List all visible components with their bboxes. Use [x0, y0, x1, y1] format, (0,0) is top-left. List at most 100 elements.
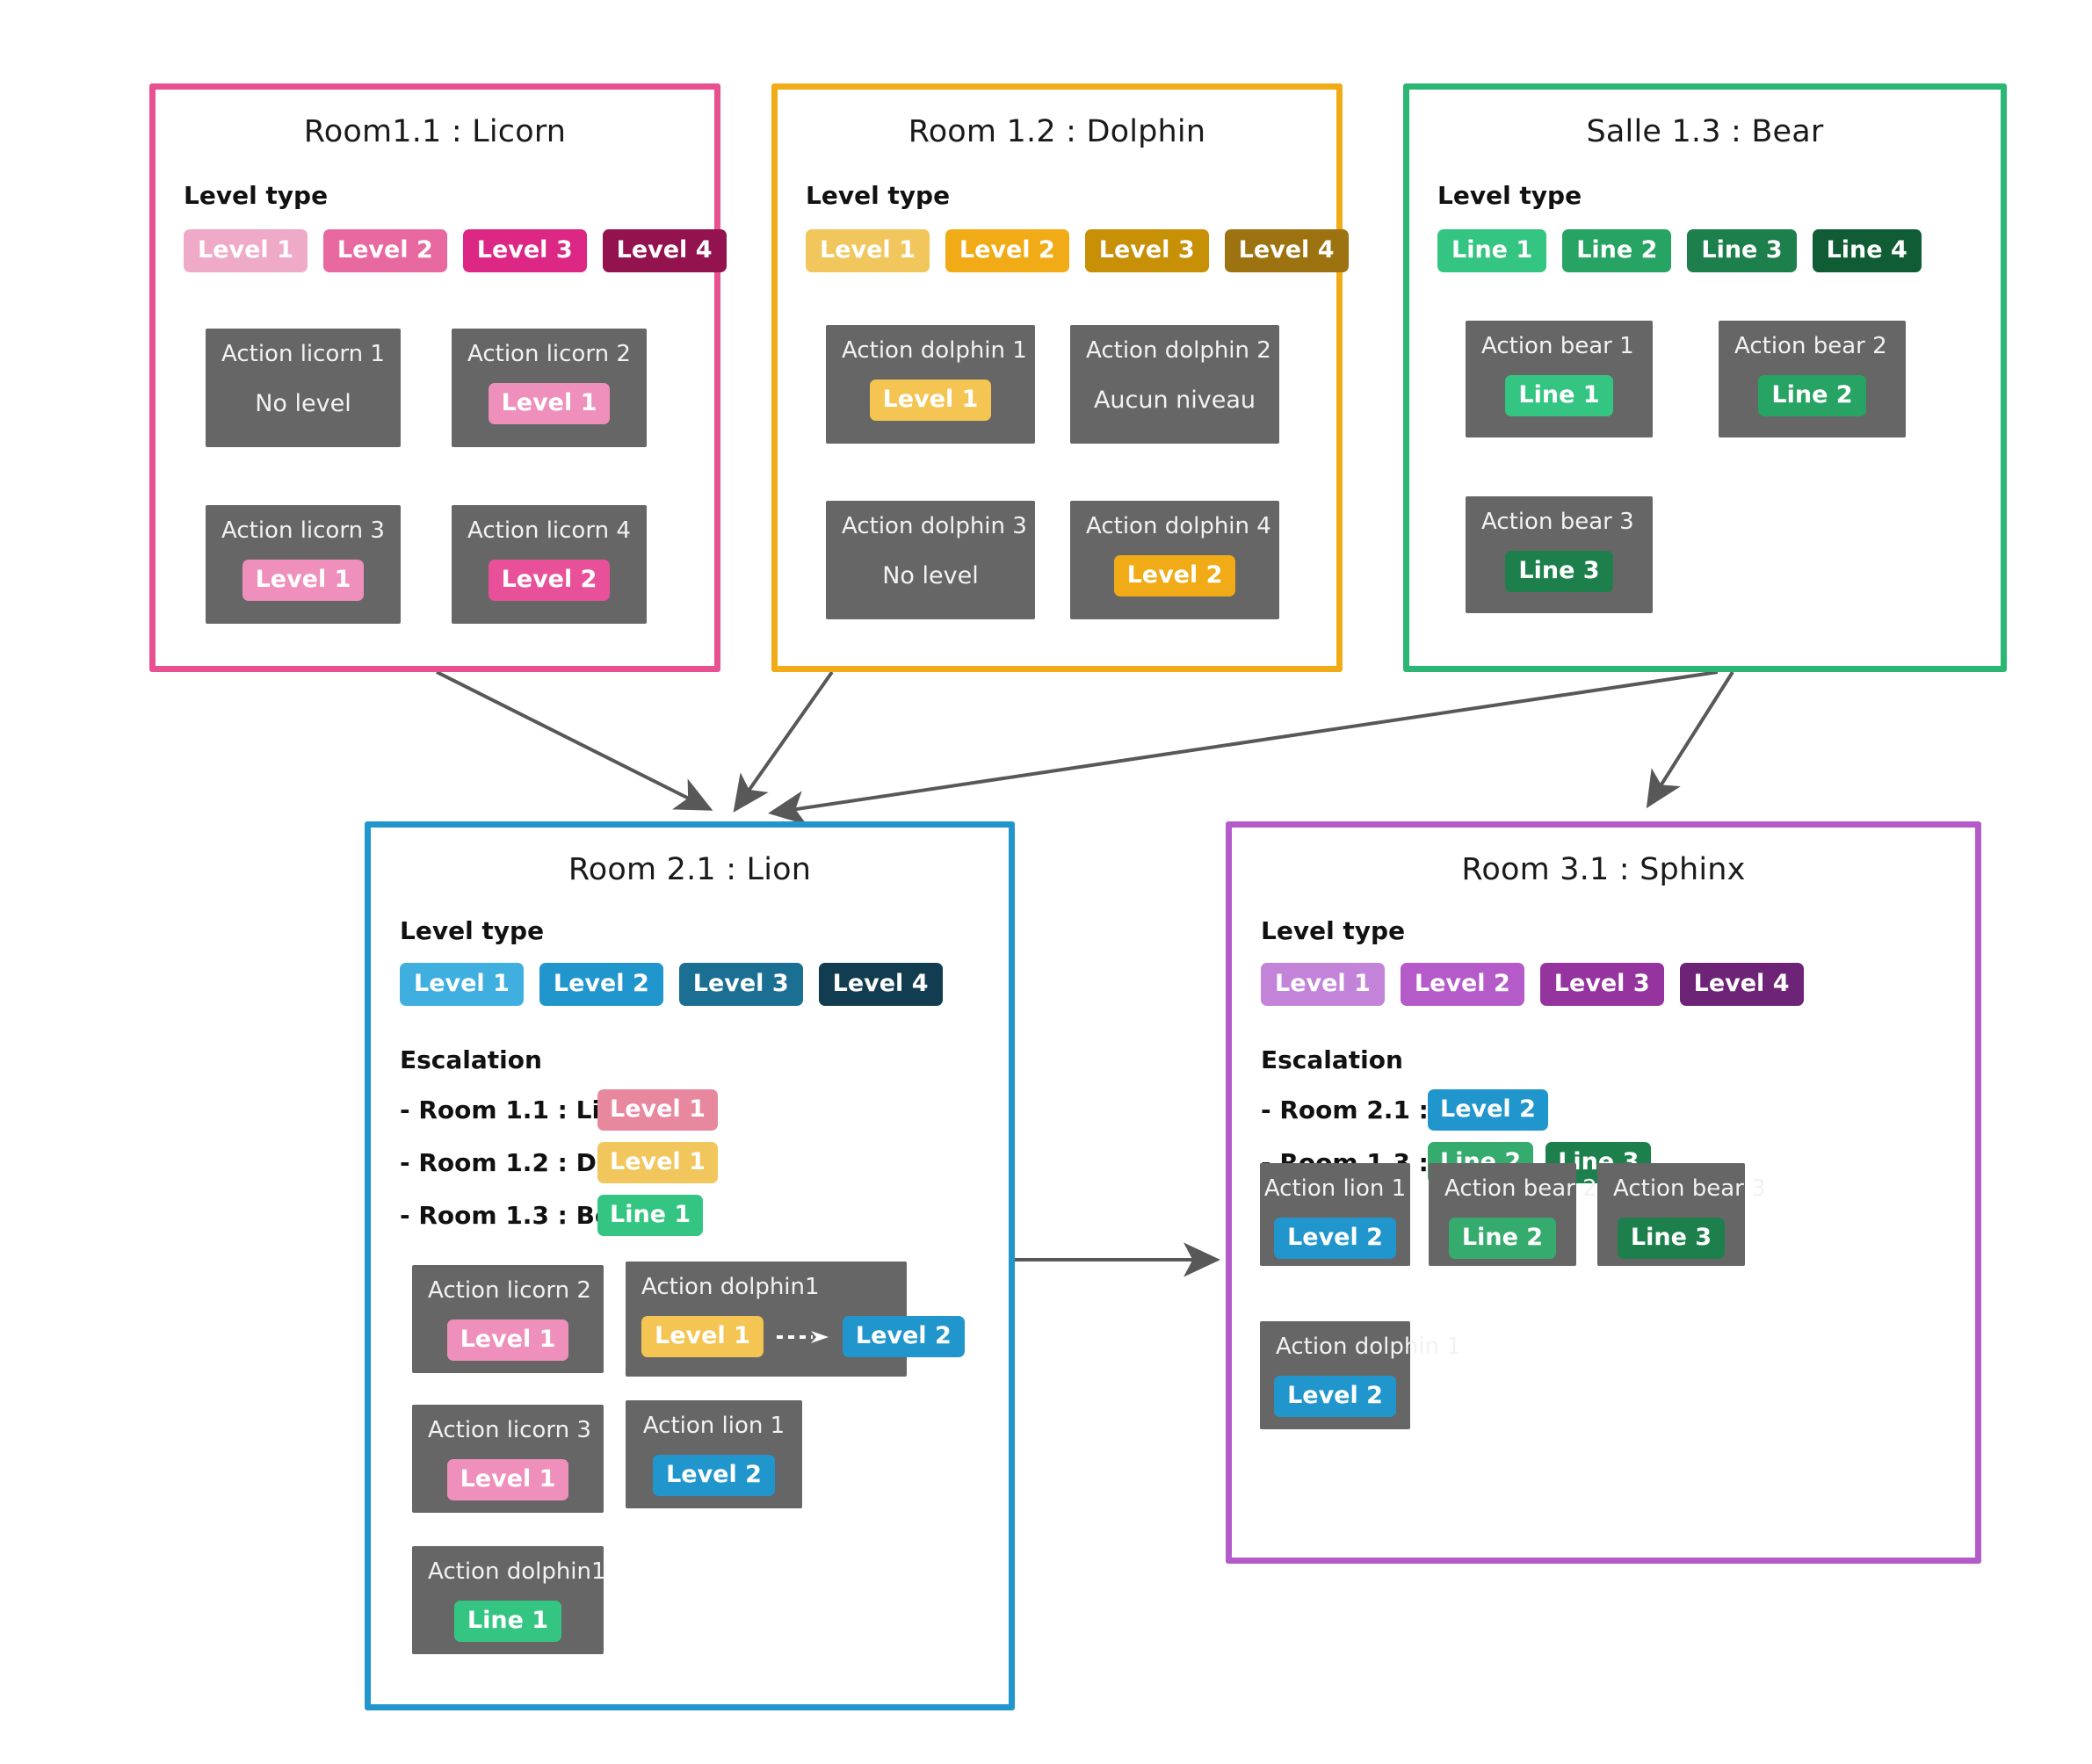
- action-card[interactable]: Action licorn 3 Level 1: [412, 1405, 604, 1513]
- action-card[interactable]: Action lion 1 Level 2: [626, 1400, 802, 1508]
- action-title: Action licorn 1: [221, 341, 385, 367]
- room-card-sphinx[interactable]: Room 3.1 : Sphinx Level type Level 1 Lev…: [1226, 821, 1981, 1564]
- action-level-badge[interactable]: Line 3: [1505, 551, 1613, 592]
- action-card[interactable]: Action dolphin 1 Level 2: [1260, 1321, 1461, 1429]
- level-badge[interactable]: Level 2: [945, 229, 1069, 272]
- level-type-label-bear: Level type: [1437, 181, 1582, 210]
- level-badge[interactable]: Level 3: [1539, 963, 1664, 1006]
- action-card[interactable]: Action licorn 2 Level 1: [412, 1265, 604, 1373]
- action-card[interactable]: Action licorn 3 Level 1: [206, 505, 401, 624]
- action-level-badge[interactable]: Level 1: [242, 560, 365, 601]
- action-level-badge[interactable]: Level 1: [488, 383, 611, 424]
- action-card[interactable]: Action dolphin 3 No level: [826, 501, 1035, 619]
- level-type-label-licorn: Level type: [184, 181, 329, 210]
- level-badge[interactable]: Level 2: [322, 229, 447, 272]
- action-card[interactable]: Action bear 1 Line 1: [1466, 321, 1653, 437]
- level-badge[interactable]: Level 1: [806, 229, 930, 272]
- action-card[interactable]: Action dolphin 2 Aucun niveau: [1070, 325, 1279, 444]
- room-card-bear[interactable]: Salle 1.3 : Bear Level type Line 1 Line …: [1403, 83, 2007, 672]
- action-level-badge[interactable]: Level 2: [1274, 1376, 1396, 1417]
- action-level-badge[interactable]: Line 2: [1758, 375, 1866, 416]
- level-badge[interactable]: Level 1: [184, 229, 308, 272]
- action-no-level: Aucun niveau: [1093, 387, 1256, 414]
- action-level-badge[interactable]: Level 1: [446, 1459, 569, 1500]
- level-badge[interactable]: Line 4: [1812, 229, 1922, 272]
- level-badge[interactable]: Level 4: [1224, 229, 1349, 272]
- room-title-bear: Salle 1.3 : Bear: [1586, 114, 1824, 149]
- action-level-badge[interactable]: Level 2: [488, 560, 611, 601]
- action-level-badge[interactable]: Line 1: [453, 1601, 562, 1642]
- action-level-badge[interactable]: Level 1: [869, 380, 992, 421]
- room-card-dolphin[interactable]: Room 1.2 : Dolphin Level type Level 1 Le…: [771, 83, 1349, 672]
- level-type-row-lion: Level 1 Level 2 Level 3 Level 4: [400, 963, 1009, 1006]
- room-card-lion[interactable]: Room 2.1 : Lion Level type Level 1 Level…: [365, 821, 1015, 1710]
- arrow-bear-to-sphinx: [1646, 670, 1734, 809]
- escalation-level-badge[interactable]: Level 1: [597, 1142, 718, 1183]
- escalation-row[interactable]: - Room 1.3 : Bear Line 1: [400, 1195, 1009, 1236]
- action-title: Action dolphin1: [428, 1558, 606, 1585]
- level-type-label-dolphin: Level type: [806, 181, 951, 210]
- action-card[interactable]: Action licorn 4 Level 2: [452, 505, 647, 624]
- action-card[interactable]: Action bear 2 Line 2: [1429, 1163, 1597, 1266]
- action-card[interactable]: Action lion 1 Level 2: [1260, 1163, 1410, 1266]
- action-card[interactable]: Action dolphin 4 Level 2: [1070, 501, 1279, 619]
- action-card[interactable]: Action bear 3 Line 3: [1466, 496, 1653, 613]
- action-title: Action bear 3: [1613, 1175, 1766, 1202]
- action-level-badge[interactable]: Line 1: [1505, 375, 1613, 416]
- action-no-level: No level: [255, 390, 351, 417]
- escalation-row[interactable]: - Room 1.2 : Dolphin Level 1: [400, 1142, 1009, 1183]
- level-badge[interactable]: Level 2: [539, 963, 663, 1006]
- escalation-row[interactable]: - Room 1.1 : Licorn Level 1: [400, 1089, 1009, 1131]
- level-badge[interactable]: Level 2: [1400, 963, 1524, 1006]
- level-type-row-dolphin: Level 1 Level 2 Level 3 Level 4: [806, 229, 1349, 272]
- level-badge[interactable]: Level 4: [818, 963, 943, 1006]
- action-card[interactable]: Action bear 2 Line 2: [1719, 321, 1906, 437]
- action-title: Action bear 2: [1734, 333, 1887, 359]
- level-badge[interactable]: Line 1: [1437, 229, 1547, 272]
- action-no-level: No level: [882, 562, 979, 589]
- action-card[interactable]: Action bear 3 Line 3: [1597, 1163, 1766, 1266]
- level-badge[interactable]: Level 1: [400, 963, 524, 1006]
- level-badge[interactable]: Level 3: [1084, 229, 1209, 272]
- level-badge[interactable]: Line 2: [1562, 229, 1672, 272]
- action-level-badge[interactable]: Level 2: [653, 1455, 775, 1496]
- action-card[interactable]: Action licorn 1 No level: [206, 329, 401, 447]
- escalation-level-badge[interactable]: Line 1: [597, 1195, 704, 1236]
- room-title-lion: Room 2.1 : Lion: [568, 852, 812, 887]
- escalation-badges: Level 2: [1428, 1089, 1548, 1131]
- room-card-licorn[interactable]: Room1.1 : Licorn Level type Level 1 Leve…: [149, 83, 727, 672]
- level-type-label-sphinx: Level type: [1261, 916, 1406, 945]
- escalation-label-sphinx: Escalation: [1261, 1045, 1403, 1074]
- action-level-badge-to[interactable]: Level 2: [842, 1316, 965, 1357]
- action-card[interactable]: Action dolphin1 Line 1: [412, 1546, 606, 1654]
- action-level-badge[interactable]: Line 3: [1617, 1218, 1726, 1259]
- action-card[interactable]: Action licorn 2 Level 1: [452, 329, 647, 447]
- action-title: Action licorn 2: [428, 1277, 591, 1304]
- escalation-list-lion: - Room 1.1 : Licorn Level 1 - Room 1.2 :…: [400, 1089, 1009, 1236]
- level-badge[interactable]: Line 3: [1687, 229, 1797, 272]
- action-level-badge[interactable]: Level 1: [446, 1319, 569, 1361]
- level-badge[interactable]: Level 4: [1679, 963, 1804, 1006]
- action-card[interactable]: Action dolphin 1 Level 1: [826, 325, 1035, 444]
- action-title: Action dolphin1: [641, 1274, 820, 1300]
- escalation-level-badge[interactable]: Level 1: [597, 1089, 718, 1131]
- action-level-badge[interactable]: Level 2: [1274, 1218, 1396, 1259]
- level-badge[interactable]: Level 3: [462, 229, 587, 272]
- arrow-bear-to-lion: [768, 670, 1719, 826]
- escalation-badges: Line 1: [597, 1195, 704, 1236]
- escalation-row[interactable]: - Room 2.1 : Lion Level 2: [1261, 1089, 1975, 1131]
- arrow-dolphin-to-lion: [733, 670, 834, 813]
- level-badge[interactable]: Level 1: [1261, 963, 1385, 1006]
- escalation-level-badge[interactable]: Level 2: [1428, 1089, 1548, 1131]
- level-badge[interactable]: Level 3: [678, 963, 803, 1006]
- action-title: Action licorn 3: [221, 517, 385, 544]
- action-level-badge-from[interactable]: Level 1: [641, 1316, 764, 1357]
- action-title: Action dolphin 1: [1276, 1334, 1461, 1360]
- level-badge[interactable]: Level 4: [602, 229, 727, 272]
- action-title: Action bear 1: [1481, 333, 1634, 359]
- action-card[interactable]: Action dolphin1 Level 1 Level 2: [626, 1262, 965, 1377]
- room-title-licorn: Room1.1 : Licorn: [303, 114, 567, 149]
- action-level-badge[interactable]: Line 2: [1448, 1218, 1557, 1259]
- action-title: Action licorn 3: [428, 1417, 591, 1443]
- action-level-badge[interactable]: Level 2: [1113, 555, 1236, 596]
